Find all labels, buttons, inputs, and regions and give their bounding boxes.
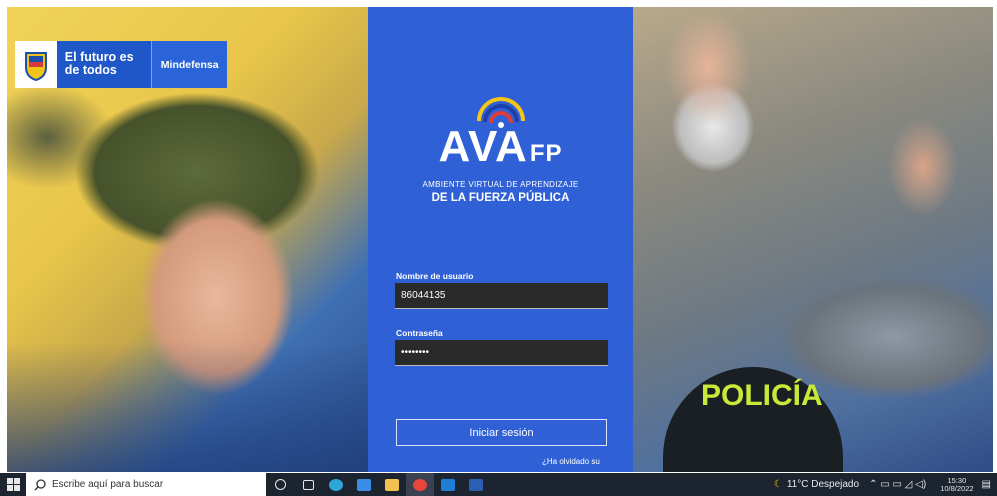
windows-taskbar: Escribe aquí para buscar ☾ 11°C Despejad…	[0, 473, 997, 496]
search-icon	[34, 478, 46, 490]
moon-icon: ☾	[773, 479, 783, 490]
left-soldier-photo: El futuro es de todos Mindefensa	[7, 7, 368, 472]
coat-of-arms-icon	[15, 41, 57, 88]
word-icon[interactable]	[462, 473, 490, 496]
login-screen: El futuro es de todos Mindefensa AVAFP A…	[7, 7, 993, 472]
search-placeholder: Escribe aquí para buscar	[52, 479, 164, 490]
logo-subtitle-1: AMBIENTE VIRTUAL DE APRENDIZAJE	[422, 180, 579, 189]
password-label: Contraseña	[396, 328, 443, 338]
slogan-text: El futuro es de todos	[56, 41, 152, 88]
store-icon[interactable]	[350, 473, 378, 496]
right-pilot-police-photo: POLICÍA	[633, 7, 993, 472]
logo-suffix: FP	[529, 140, 563, 167]
file-explorer-icon[interactable]	[378, 473, 406, 496]
cortana-icon[interactable]	[266, 473, 294, 496]
clock-date: 10/8/2022	[940, 483, 974, 493]
username-label: Nombre de usuario	[396, 271, 474, 281]
tray-icons[interactable]: ⌃ ▭ ▭ ◿ ◁)	[869, 479, 926, 490]
police-cap-text: POLICÍA	[701, 379, 823, 412]
clock[interactable]: 15:30 10/8/2022	[940, 476, 974, 493]
system-tray: ☾ 11°C Despejado ⌃ ▭ ▭ ◿ ◁) 15:30 10/8/2…	[774, 473, 997, 496]
logo-subtitle-2: DE LA FUERZA PÚBLICA	[431, 192, 570, 204]
login-button[interactable]: Iniciar sesión	[396, 419, 607, 446]
task-view-icon[interactable]	[294, 473, 322, 496]
login-panel: AVAFP AMBIENTE VIRTUAL DE APRENDIZAJE DE…	[368, 7, 633, 472]
logo-mark: AVA	[438, 122, 528, 171]
chrome-icon[interactable]	[406, 473, 434, 496]
username-input[interactable]: 86044135	[395, 283, 608, 309]
forgot-password-link[interactable]: ¿Ha olvidado su	[542, 457, 600, 466]
ava-fp-logo: AVAFP AMBIENTE VIRTUAL DE APRENDIZAJE DE…	[368, 95, 633, 204]
police-cap: POLICÍA	[663, 367, 843, 472]
government-brand-bar: El futuro es de todos Mindefensa	[15, 41, 227, 88]
taskbar-search-input[interactable]: Escribe aquí para buscar	[26, 473, 266, 496]
mail-icon[interactable]	[434, 473, 462, 496]
weather-status[interactable]: 11°C Despejado	[787, 479, 859, 490]
password-input[interactable]: ••••••••	[395, 340, 608, 366]
edge-icon[interactable]	[322, 473, 350, 496]
ministry-label: Mindefensa	[151, 41, 227, 88]
windows-start-icon[interactable]	[0, 478, 26, 491]
notifications-icon[interactable]: ▤	[982, 479, 991, 490]
